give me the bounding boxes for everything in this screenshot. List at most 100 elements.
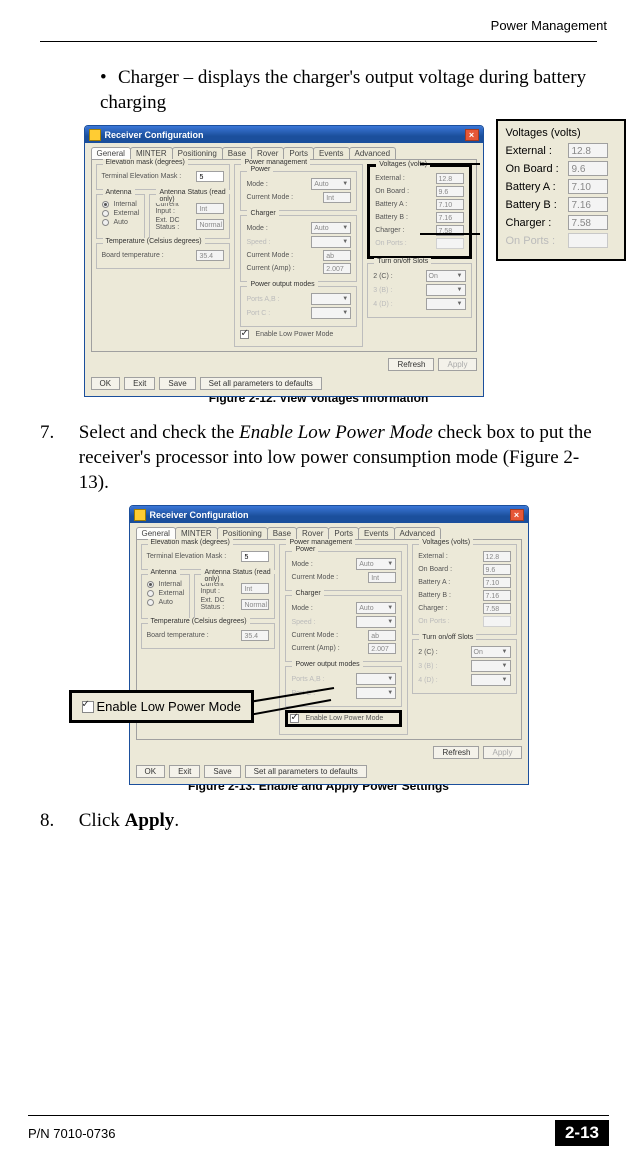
callout-external-value: 12.8 — [568, 143, 608, 158]
apply-button[interactable]: Apply — [438, 358, 476, 371]
callout-onports-label: On Ports : — [506, 235, 568, 247]
close-icon[interactable]: × — [465, 129, 479, 141]
callout-external-label: External : — [506, 145, 568, 157]
power-mode-select[interactable]: Auto▼ — [311, 178, 351, 190]
antenna-internal-label: Internal — [114, 201, 137, 208]
callout-battb-label: Battery B : — [506, 199, 568, 211]
volt-external-value: 12.8 — [436, 173, 464, 184]
voltages-callout: Voltages (volts) External :12.8 On Board… — [496, 119, 626, 261]
tab-rover[interactable]: Rover — [251, 147, 284, 159]
charger-speed-label: Speed : — [291, 619, 353, 626]
antenna-internal-radio[interactable] — [102, 201, 109, 208]
enable-low-power-checkbox[interactable] — [240, 330, 249, 339]
save-button[interactable]: Save — [159, 377, 195, 390]
group-title: Power output modes — [247, 281, 317, 288]
tab-ports[interactable]: Ports — [283, 147, 314, 159]
group-title: Antenna — [103, 189, 135, 196]
group-title: Elevation mask (degrees) — [148, 539, 233, 546]
slot-2c-select[interactable]: On▼ — [426, 270, 466, 282]
tab-advanced[interactable]: Advanced — [349, 147, 397, 159]
callout-batta-value: 7.10 — [568, 179, 608, 194]
tab-events[interactable]: Events — [358, 527, 394, 539]
defaults-button[interactable]: Set all parameters to defaults — [200, 377, 322, 390]
chevron-down-icon: ▼ — [342, 181, 348, 187]
step-number: 8. — [40, 809, 74, 834]
antenna-auto-radio[interactable] — [102, 219, 109, 226]
volt-battb-label: Battery B : — [418, 592, 479, 599]
charger-mode-select[interactable]: Auto▼ — [356, 602, 396, 614]
defaults-button[interactable]: Set all parameters to defaults — [245, 765, 367, 778]
chevron-down-icon: ▼ — [387, 561, 393, 567]
terminal-elevation-input[interactable]: 5 — [241, 551, 269, 562]
ports-ab-label: Ports A,B : — [246, 296, 308, 303]
chevron-down-icon: ▼ — [502, 663, 508, 669]
charger-amp-value: 2.007 — [368, 643, 396, 654]
antenna-external-radio[interactable] — [147, 590, 154, 597]
temperature-group: Temperature (Celsius degrees) Board temp… — [141, 623, 276, 649]
charger-speed-label: Speed : — [246, 239, 308, 246]
tab-general[interactable]: General — [91, 147, 131, 159]
power-cmode-value: Int — [323, 192, 351, 203]
slot-4d-label: 4 (D) : — [418, 677, 467, 684]
slot-4d-select: ▼ — [471, 674, 511, 686]
slot-3b-label: 3 (B) : — [373, 287, 422, 294]
temperature-group: Temperature (Celsius degrees) Board temp… — [96, 243, 231, 269]
tab-positioning[interactable]: Positioning — [217, 527, 268, 539]
enable-low-power-checkbox-highlighted[interactable] — [290, 714, 299, 723]
callout-batta-label: Battery A : — [506, 181, 568, 193]
refresh-button[interactable]: Refresh — [388, 358, 434, 371]
tab-rover[interactable]: Rover — [296, 527, 329, 539]
antenna-auto-radio[interactable] — [147, 599, 154, 606]
enable-low-power-label: Enable Low Power Mode — [305, 715, 383, 722]
group-title: Elevation mask (degrees) — [103, 159, 188, 166]
page-footer: P/N 7010-0736 2-13 — [0, 1115, 637, 1146]
step7-emph: Enable Low Power Mode — [239, 422, 433, 443]
slot-4d-label: 4 (D) : — [373, 301, 422, 308]
step-8: 8. Click Apply. — [40, 809, 597, 834]
volt-charger-value: 7.58 — [483, 603, 511, 614]
exit-button[interactable]: Exit — [124, 377, 155, 390]
tab-events[interactable]: Events — [313, 147, 349, 159]
group-title: Antenna — [148, 569, 180, 576]
close-icon[interactable]: × — [510, 509, 524, 521]
tab-ports[interactable]: Ports — [328, 527, 359, 539]
refresh-button[interactable]: Refresh — [433, 746, 479, 759]
port-c-select: ▼ — [356, 687, 396, 699]
terminal-elevation-input[interactable]: 5 — [196, 171, 224, 182]
group-title: Power management — [286, 539, 355, 546]
chevron-down-icon: ▼ — [342, 296, 348, 302]
antenna-internal-radio[interactable] — [147, 581, 154, 588]
antenna-external-radio[interactable] — [102, 210, 109, 217]
tab-general[interactable]: General — [136, 527, 176, 539]
ext-dc-label: Ext. DC Status : — [155, 217, 193, 231]
power-mode-select[interactable]: Auto▼ — [356, 558, 396, 570]
callout-leader — [420, 233, 480, 235]
tab-advanced[interactable]: Advanced — [394, 527, 442, 539]
tab-positioning[interactable]: Positioning — [172, 147, 223, 159]
charger-cmode-value: ab — [368, 630, 396, 641]
chevron-down-icon: ▼ — [457, 287, 463, 293]
slots-group: Turn on/off Slots 2 (C) :On▼ 3 (B) :▼ 4 … — [412, 639, 516, 694]
ok-button[interactable]: OK — [136, 765, 166, 778]
slot-3b-label: 3 (B) : — [418, 663, 467, 670]
power-mode-label: Mode : — [246, 181, 308, 188]
volt-external-label: External : — [418, 553, 479, 560]
chevron-down-icon: ▼ — [387, 690, 393, 696]
group-title: Power — [292, 546, 318, 553]
tab-minter[interactable]: MINTER — [175, 527, 218, 539]
tab-minter[interactable]: MINTER — [130, 147, 173, 159]
power-group: Power Mode :Auto▼ Current Mode :Int — [240, 171, 357, 211]
apply-button[interactable]: Apply — [483, 746, 521, 759]
terminal-elevation-label: Terminal Elevation Mask : — [147, 553, 239, 560]
charger-mode-select[interactable]: Auto▼ — [311, 222, 351, 234]
slot-2c-select[interactable]: On▼ — [471, 646, 511, 658]
save-button[interactable]: Save — [204, 765, 240, 778]
tab-base[interactable]: Base — [222, 147, 252, 159]
ok-button[interactable]: OK — [91, 377, 121, 390]
section-header: Power Management — [40, 18, 607, 33]
antenna-auto-label: Auto — [159, 599, 173, 606]
tab-base[interactable]: Base — [267, 527, 297, 539]
volt-onports-value — [483, 616, 511, 627]
exit-button[interactable]: Exit — [169, 765, 200, 778]
charger-group: Charger Mode :Auto▼ Speed :▼ Current Mod… — [240, 215, 357, 282]
